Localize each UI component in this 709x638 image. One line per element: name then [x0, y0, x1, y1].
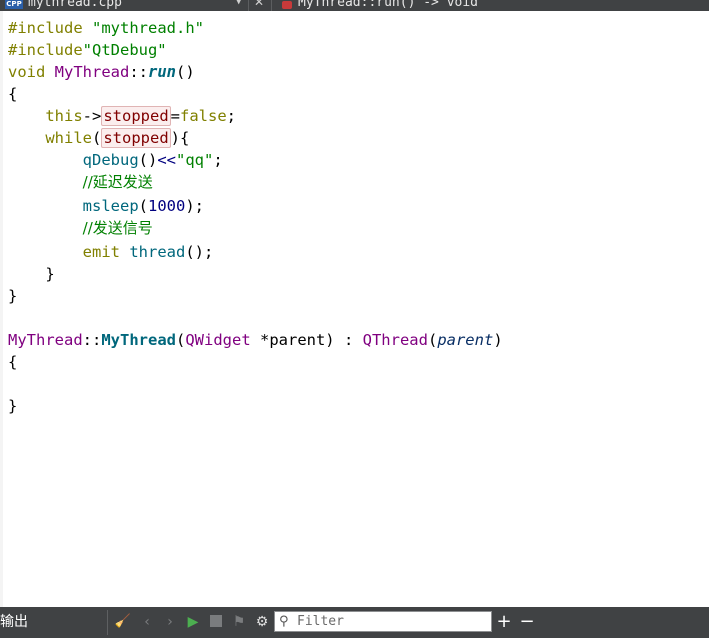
- code-line-4: {: [8, 85, 18, 103]
- code-line-13: }: [8, 287, 18, 305]
- code-editor[interactable]: #include "mythread.h" #include"QtDebug" …: [0, 11, 709, 607]
- output-pane-title[interactable]: 输出: [0, 613, 28, 631]
- editor-gutter: [0, 11, 3, 607]
- symbol-selector[interactable]: MyThread::run() -> void: [298, 0, 478, 10]
- filter-input[interactable]: [297, 613, 487, 630]
- attach-icon[interactable]: ⚑: [230, 613, 248, 631]
- clean-icon[interactable]: 🧹: [114, 613, 132, 631]
- function-icon: [282, 1, 292, 9]
- code-line-11: emit thread();: [82, 243, 214, 261]
- chevron-down-icon[interactable]: ▼: [236, 0, 241, 7]
- filter-field[interactable]: ⚲: [274, 611, 492, 632]
- code-line-8: //延迟发送: [82, 173, 153, 191]
- code-line-6: while(stopped){: [45, 128, 190, 148]
- divider: [271, 0, 272, 11]
- divider: [107, 610, 108, 635]
- close-icon[interactable]: ✕: [254, 0, 264, 9]
- code-line-2: #include"QtDebug": [8, 41, 167, 59]
- gear-icon[interactable]: ⚙: [253, 613, 271, 631]
- file-tab-label[interactable]: mythread.cpp: [28, 0, 122, 10]
- code-line-15: MyThread::MyThread(QWidget *parent) : QT…: [8, 331, 503, 349]
- stop-icon[interactable]: [207, 613, 225, 631]
- code-line-3: void MyThread::run(): [8, 63, 195, 81]
- code-line-12: }: [45, 265, 55, 283]
- divider: [248, 0, 249, 11]
- search-icon: ⚲: [279, 614, 289, 629]
- highlighted-symbol: stopped: [101, 106, 171, 126]
- code-line-16: {: [8, 353, 18, 371]
- code-line-10: //发送信号: [82, 219, 153, 237]
- code-line-5: this-> stopped =false;: [45, 106, 237, 126]
- next-icon[interactable]: ›: [161, 613, 179, 631]
- code-line-7: qDebug()<<"qq";: [82, 151, 223, 169]
- cpp-file-icon: CPP: [5, 0, 23, 9]
- editor-tab-bar: CPP mythread.cpp ▼ ✕ MyThread::run() -> …: [0, 0, 709, 11]
- previous-icon[interactable]: ‹: [138, 613, 156, 631]
- code-line-9: msleep(1000);: [82, 197, 204, 215]
- plus-icon[interactable]: +: [495, 613, 513, 631]
- highlighted-symbol: stopped: [101, 128, 171, 148]
- minus-icon[interactable]: −: [518, 613, 536, 631]
- code-line-18: }: [8, 397, 18, 415]
- output-pane-toolbar: 输出 🧹 ‹ › ▶ ⚑ ⚙ ⚲ + −: [0, 607, 709, 638]
- code-line-1: #include "mythread.h": [8, 19, 204, 37]
- run-icon[interactable]: ▶: [184, 613, 202, 631]
